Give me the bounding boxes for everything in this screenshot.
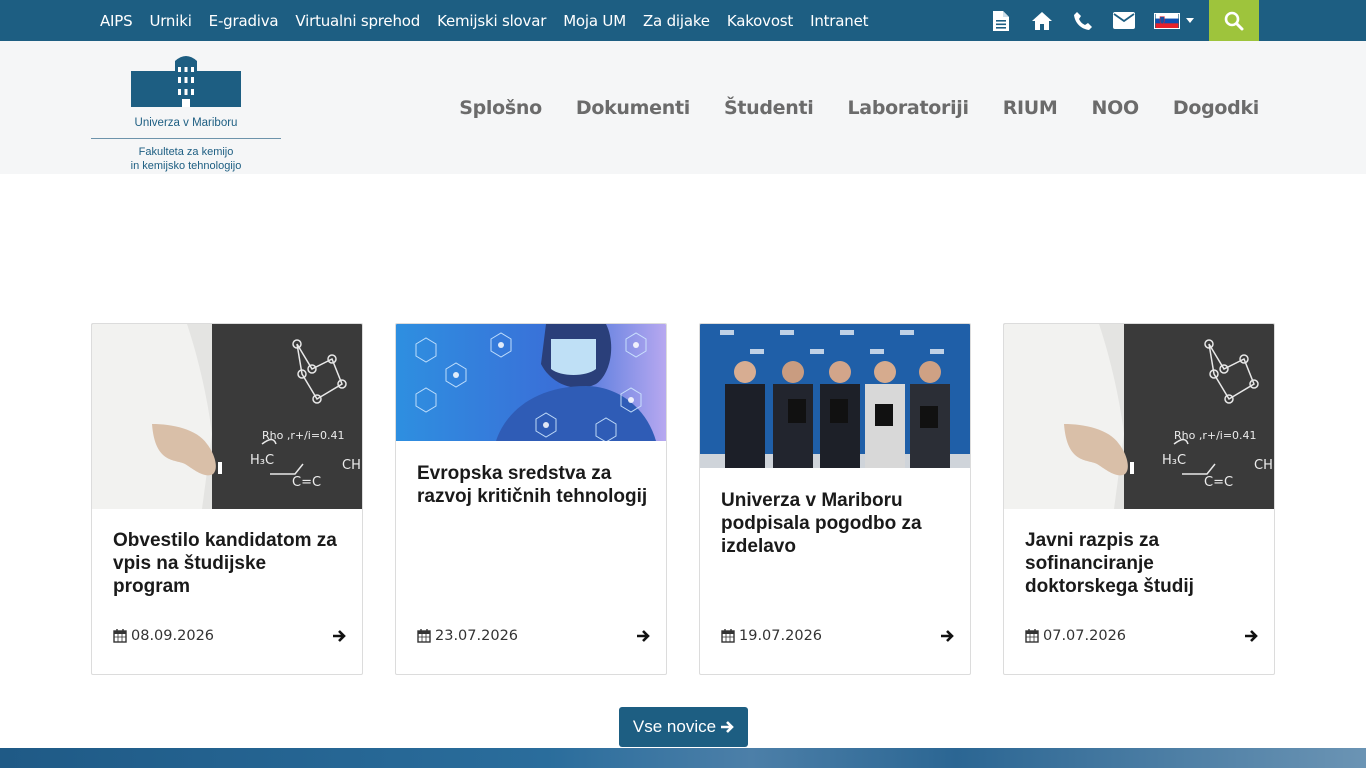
mail-icon[interactable] xyxy=(1113,10,1135,32)
news-card[interactable]: Rho ,r+/i=0.41 H₃C C=C CH Obvestilo kand… xyxy=(91,323,363,675)
svg-text:C=C: C=C xyxy=(1204,475,1233,490)
nav-rium[interactable]: RIUM xyxy=(1003,97,1058,119)
document-icon[interactable] xyxy=(990,10,1012,32)
faculty-name-line1: Fakulteta za kemijo xyxy=(138,146,234,158)
nav-laboratoriji[interactable]: Laboratoriji xyxy=(847,97,969,119)
news-image-scientist-chalkboard: Rho ,r+/i=0.41 H₃C C=C CH xyxy=(92,324,362,509)
home-icon[interactable] xyxy=(1031,10,1053,32)
top-link-e-gradiva[interactable]: E-gradiva xyxy=(209,12,279,30)
top-link-urniki[interactable]: Urniki xyxy=(149,12,191,30)
faculty-name: Fakulteta za kemijo in kemijsko tehnolog… xyxy=(91,145,281,173)
logo-divider xyxy=(91,138,281,139)
news-card[interactable]: Evropska sredstva za razvoj kritičnih te… xyxy=(395,323,667,675)
all-news-label: Vse novice xyxy=(632,717,717,736)
top-icons xyxy=(990,0,1194,41)
news-date-text: 07.07.2026 xyxy=(1043,628,1127,644)
news-date-text: 08.09.2026 xyxy=(131,628,215,644)
logo[interactable]: Univerza v Mariboru Fakulteta za kemijo … xyxy=(91,53,281,172)
search-icon xyxy=(1224,11,1244,30)
news-image-group-photo-signing xyxy=(700,324,970,468)
news-date: 08.09.2026 xyxy=(113,628,214,644)
nav-dokumenti[interactable]: Dokumenti xyxy=(576,97,690,119)
calendar-icon xyxy=(1025,629,1039,643)
top-link-moja-um[interactable]: Moja UM xyxy=(563,12,626,30)
nav-noo[interactable]: NOO xyxy=(1092,97,1140,119)
svg-text:Rho ,r+/i=0.41: Rho ,r+/i=0.41 xyxy=(262,429,345,442)
news-image-lab-researcher-hexagons xyxy=(396,324,666,441)
news-date-text: 23.07.2026 xyxy=(435,628,519,644)
all-news-button[interactable]: Vse novice xyxy=(619,707,748,747)
top-bar: AIPS Urniki E-gradiva Virtualni sprehod … xyxy=(0,0,1366,41)
nav-splosno[interactable]: Splošno xyxy=(459,97,542,119)
svg-text:H₃C: H₃C xyxy=(1162,453,1186,468)
university-building-logo xyxy=(131,56,241,107)
arrow-right-icon[interactable] xyxy=(940,629,954,643)
news-list: Rho ,r+/i=0.41 H₃C C=C CH Obvestilo kand… xyxy=(91,323,1276,675)
phone-icon[interactable] xyxy=(1072,10,1094,32)
top-link-za-dijake[interactable]: Za dijake xyxy=(643,12,710,30)
footer-banner xyxy=(0,748,1366,768)
top-links: AIPS Urniki E-gradiva Virtualni sprehod … xyxy=(100,0,885,41)
svg-text:C=C: C=C xyxy=(292,475,321,490)
language-selector[interactable] xyxy=(1154,12,1194,29)
news-image-scientist-chalkboard: Rho ,r+/i=0.41 H₃C C=C CH xyxy=(1004,324,1274,509)
faculty-name-line2: in kemijsko tehnologijo xyxy=(130,160,242,172)
top-link-intranet[interactable]: Intranet xyxy=(810,12,868,30)
top-link-aips[interactable]: AIPS xyxy=(100,12,133,30)
top-link-kakovost[interactable]: Kakovost xyxy=(727,12,793,30)
main-nav: Splošno Dokumenti Študenti Laboratoriji … xyxy=(425,41,1259,174)
nav-dogodki[interactable]: Dogodki xyxy=(1173,97,1259,119)
news-card[interactable]: Univerza v Mariboru podpisala pogodbo za… xyxy=(699,323,971,675)
svg-text:Rho ,r+/i=0.41: Rho ,r+/i=0.41 xyxy=(1174,429,1257,442)
news-date: 19.07.2026 xyxy=(721,628,822,644)
top-link-kemijski-slovar[interactable]: Kemijski slovar xyxy=(437,12,546,30)
news-title[interactable]: Javni razpis za sofinanciranje doktorske… xyxy=(1025,529,1256,598)
arrow-right-icon[interactable] xyxy=(332,629,346,643)
chevron-down-icon xyxy=(1186,18,1194,23)
news-date: 07.07.2026 xyxy=(1025,628,1126,644)
search-button[interactable] xyxy=(1209,0,1259,41)
news-date-text: 19.07.2026 xyxy=(739,628,823,644)
header: Univerza v Mariboru Fakulteta za kemijo … xyxy=(0,41,1366,174)
news-card[interactable]: Rho ,r+/i=0.41 H₃C C=C CH Javni razpis z… xyxy=(1003,323,1275,675)
news-title[interactable]: Evropska sredstva za razvoj kritičnih te… xyxy=(417,462,648,508)
top-link-virtualni-sprehod[interactable]: Virtualni sprehod xyxy=(295,12,420,30)
slovenia-flag-icon xyxy=(1154,12,1180,29)
arrow-right-icon[interactable] xyxy=(636,629,650,643)
news-title[interactable]: Univerza v Mariboru podpisala pogodbo za… xyxy=(721,489,952,558)
calendar-icon xyxy=(113,629,127,643)
svg-text:H₃C: H₃C xyxy=(250,453,274,468)
svg-text:CH: CH xyxy=(1254,458,1273,473)
news-title[interactable]: Obvestilo kandidatom za vpis na študijsk… xyxy=(113,529,344,598)
calendar-icon xyxy=(417,629,431,643)
calendar-icon xyxy=(721,629,735,643)
university-name: Univerza v Mariboru xyxy=(134,117,238,129)
nav-studenti[interactable]: Študenti xyxy=(724,97,814,119)
news-date: 23.07.2026 xyxy=(417,628,518,644)
arrow-right-icon[interactable] xyxy=(1244,629,1258,643)
svg-text:CH: CH xyxy=(342,458,361,473)
arrow-right-icon xyxy=(721,721,734,733)
